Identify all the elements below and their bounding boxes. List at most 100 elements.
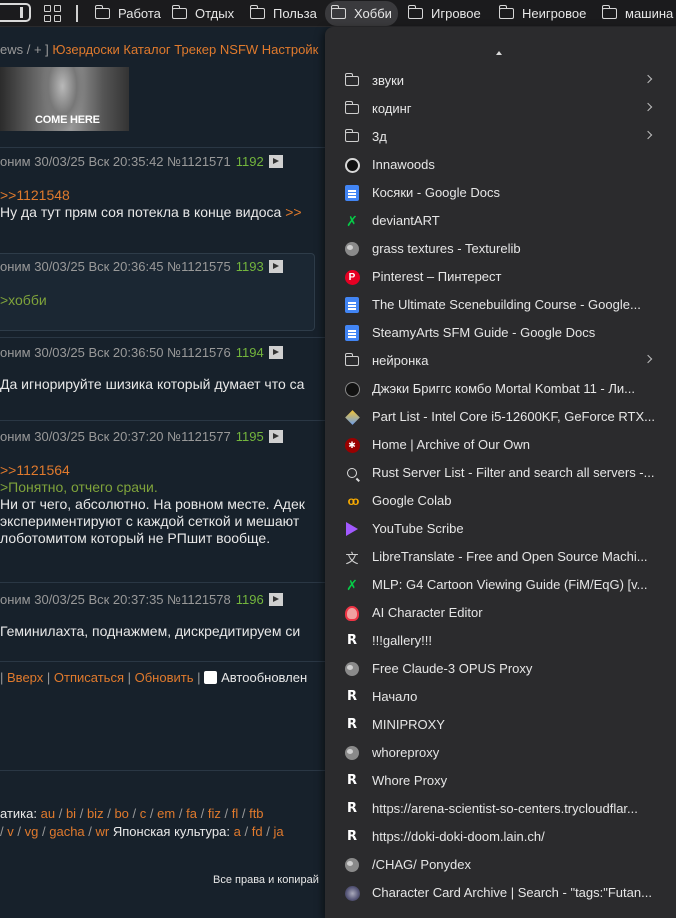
board-link[interactable]: gacha bbox=[49, 824, 84, 839]
folder-icon bbox=[94, 5, 110, 19]
board-link[interactable]: wr bbox=[96, 824, 110, 839]
apps-grid-icon[interactable] bbox=[44, 5, 61, 22]
menu-bookmark-item[interactable]: Косяки - Google Docs bbox=[325, 179, 676, 207]
bookmark-folder-hobbi[interactable]: Хобби bbox=[325, 1, 398, 26]
menu-bookmark-item[interactable]: ✗ deviantART bbox=[325, 207, 676, 235]
menu-bookmark-item[interactable]: Джэки Бриггс комбо Mortal Kombat 11 - Ли… bbox=[325, 375, 676, 403]
post-image-thumbnail[interactable]: COME HERE bbox=[0, 67, 129, 131]
menu-bookmark-item[interactable]: YouTube Scribe bbox=[325, 515, 676, 543]
menu-bookmark-item[interactable]: Free Claude-3 OPUS Proxy bbox=[325, 655, 676, 683]
menu-item-label: Part List - Intel Core i5-12600KF, GeFor… bbox=[372, 409, 655, 424]
post-author: оним bbox=[0, 591, 31, 607]
menu-bookmark-item[interactable]: ✗ MLP: G4 Cartoon Viewing Guide (FiM/EqG)… bbox=[325, 571, 676, 599]
board-link[interactable]: c bbox=[140, 806, 147, 821]
menu-bookmark-item[interactable]: Character Card Archive | Search - "tags:… bbox=[325, 879, 676, 907]
boards-list-line1: атика: au / bi / biz / bo / c / em / fa … bbox=[0, 806, 264, 821]
bookmark-folder-neigrovoe[interactable]: Неигровое bbox=[493, 1, 592, 26]
bookmark-folder-polza[interactable]: Польза bbox=[244, 1, 323, 26]
post-number[interactable]: №1121576 bbox=[167, 345, 231, 360]
post-number[interactable]: №1121575 bbox=[167, 259, 231, 274]
youtube-scribe-icon bbox=[344, 521, 360, 537]
menu-item-label: Начало bbox=[372, 689, 418, 704]
link-refresh[interactable]: Обновить bbox=[135, 670, 194, 685]
menu-bookmark-item[interactable]: Part List - Intel Core i5-12600KF, GeFor… bbox=[325, 403, 676, 431]
folder-icon bbox=[249, 5, 265, 19]
post-date: 30/03/25 Вск 20:37:20 bbox=[34, 428, 164, 444]
menu-bookmark-item[interactable]: 文 LibreTranslate - Free and Open Source M… bbox=[325, 543, 676, 571]
board-link[interactable]: a bbox=[234, 824, 241, 839]
board-link[interactable]: au bbox=[41, 806, 55, 821]
post-number[interactable]: №1121577 bbox=[167, 429, 231, 444]
thread-bottom-links: | Вверх | Отписаться | Обновить | Автооб… bbox=[0, 670, 308, 685]
menu-bookmark-item[interactable]: Rhttps://doki-doki-doom.lain.ch/ bbox=[325, 823, 676, 851]
board-link[interactable]: ja bbox=[273, 824, 283, 839]
search-icon bbox=[344, 465, 360, 481]
autoupdate-checkbox[interactable] bbox=[204, 671, 218, 684]
post-menu-icon[interactable] bbox=[268, 345, 283, 359]
link-top[interactable]: Вверх bbox=[7, 670, 43, 685]
menu-bookmark-item[interactable]: R Начало bbox=[325, 683, 676, 711]
menu-bookmark-item[interactable]: AI Character Editor bbox=[325, 599, 676, 627]
menu-bookmark-item[interactable]: R MINIPROXY bbox=[325, 711, 676, 739]
reply-link[interactable]: >>1121548 bbox=[0, 187, 330, 204]
sidebar-toggle-icon[interactable] bbox=[0, 3, 31, 22]
nav-link-catalog[interactable]: Каталог bbox=[123, 42, 170, 57]
menu-item-label: LibreTranslate - Free and Open Source Ma… bbox=[372, 549, 648, 564]
menu-subfolder[interactable]: звуки bbox=[325, 67, 676, 95]
nav-link-userboards[interactable]: Юзердоски bbox=[52, 42, 119, 57]
nav-link-settings[interactable]: Настройк bbox=[262, 42, 318, 57]
nav-link-nsfw[interactable]: NSFW bbox=[220, 42, 258, 57]
bookmark-folder-mashina[interactable]: машина bbox=[596, 1, 676, 26]
menu-subfolder[interactable]: нейронка bbox=[325, 347, 676, 375]
board-link[interactable]: em bbox=[157, 806, 175, 821]
board-link[interactable]: bo bbox=[114, 806, 128, 821]
scroll-up-icon[interactable] bbox=[496, 51, 502, 55]
menu-bookmark-item[interactable]: Innawoods bbox=[325, 151, 676, 179]
menu-bookmark-item[interactable]: SteamyArts SFM Guide - Google Docs bbox=[325, 319, 676, 347]
link-unsubscribe[interactable]: Отписаться bbox=[54, 670, 124, 685]
post-number[interactable]: №1121571 bbox=[167, 154, 231, 169]
post-menu-icon[interactable] bbox=[268, 429, 283, 443]
menu-subfolder[interactable]: 3д bbox=[325, 123, 676, 151]
post-number[interactable]: №1121578 bbox=[167, 592, 231, 607]
nav-link-tracker[interactable]: Трекер bbox=[174, 42, 216, 57]
board-link[interactable]: ftb bbox=[249, 806, 263, 821]
post-menu-icon[interactable] bbox=[268, 154, 283, 168]
divider bbox=[0, 770, 330, 771]
board-link[interactable]: v bbox=[7, 824, 14, 839]
google-docs-icon bbox=[344, 297, 360, 313]
menu-bookmark-item[interactable]: oo Google Colab bbox=[325, 487, 676, 515]
menu-bookmark-item[interactable]: /CHAG/ Ponydex bbox=[325, 851, 676, 879]
bookmark-folder-otdyh[interactable]: Отдых bbox=[166, 1, 240, 26]
board-link[interactable]: fl bbox=[232, 806, 239, 821]
menu-bookmark-item[interactable]: whoreproxy bbox=[325, 739, 676, 767]
board-link[interactable]: bi bbox=[66, 806, 76, 821]
menu-subfolder[interactable]: кодинг bbox=[325, 95, 676, 123]
menu-bookmark-item[interactable]: Rhttps://arena-scientist-so-centers.tryc… bbox=[325, 795, 676, 823]
post-menu-icon[interactable] bbox=[268, 259, 283, 273]
reply-link[interactable]: >>1121564 bbox=[0, 462, 330, 479]
menu-bookmark-item[interactable]: Rust Server List - Filter and search all… bbox=[325, 459, 676, 487]
board-link[interactable]: biz bbox=[87, 806, 104, 821]
menu-bookmark-item[interactable]: R !!!gallery!!! bbox=[325, 627, 676, 655]
board-link[interactable]: vg bbox=[25, 824, 39, 839]
r-icon: R bbox=[345, 829, 359, 844]
menu-bookmark-item[interactable]: R Whore Proxy bbox=[325, 767, 676, 795]
menu-bookmark-item[interactable]: ✱ Home | Archive of Our Own bbox=[325, 431, 676, 459]
board-link[interactable]: fd bbox=[252, 824, 263, 839]
menu-bookmark-item[interactable]: grass textures - Texturelib bbox=[325, 235, 676, 263]
bookmark-folder-rabota[interactable]: Работа bbox=[89, 1, 167, 26]
deviantart-icon: ✗ bbox=[346, 213, 358, 229]
post-text-line: Да игнорируйте шизика который думает что… bbox=[0, 376, 305, 392]
reply-link[interactable]: >> bbox=[285, 204, 301, 220]
globe-icon bbox=[344, 857, 360, 873]
menu-bookmark-item[interactable]: P Pinterest – Пинтерест bbox=[325, 263, 676, 291]
board-link[interactable]: fiz bbox=[208, 806, 221, 821]
menu-bookmark-item[interactable]: The Ultimate Scenebuilding Course - Goog… bbox=[325, 291, 676, 319]
menu-item-label: Google Colab bbox=[372, 493, 452, 508]
board-link[interactable]: fa bbox=[186, 806, 197, 821]
boards-category: атика: bbox=[0, 806, 37, 821]
post-menu-icon[interactable] bbox=[268, 592, 283, 606]
bookmark-folder-igrovoe[interactable]: Игровое bbox=[402, 1, 487, 26]
r-icon: R bbox=[345, 633, 359, 648]
